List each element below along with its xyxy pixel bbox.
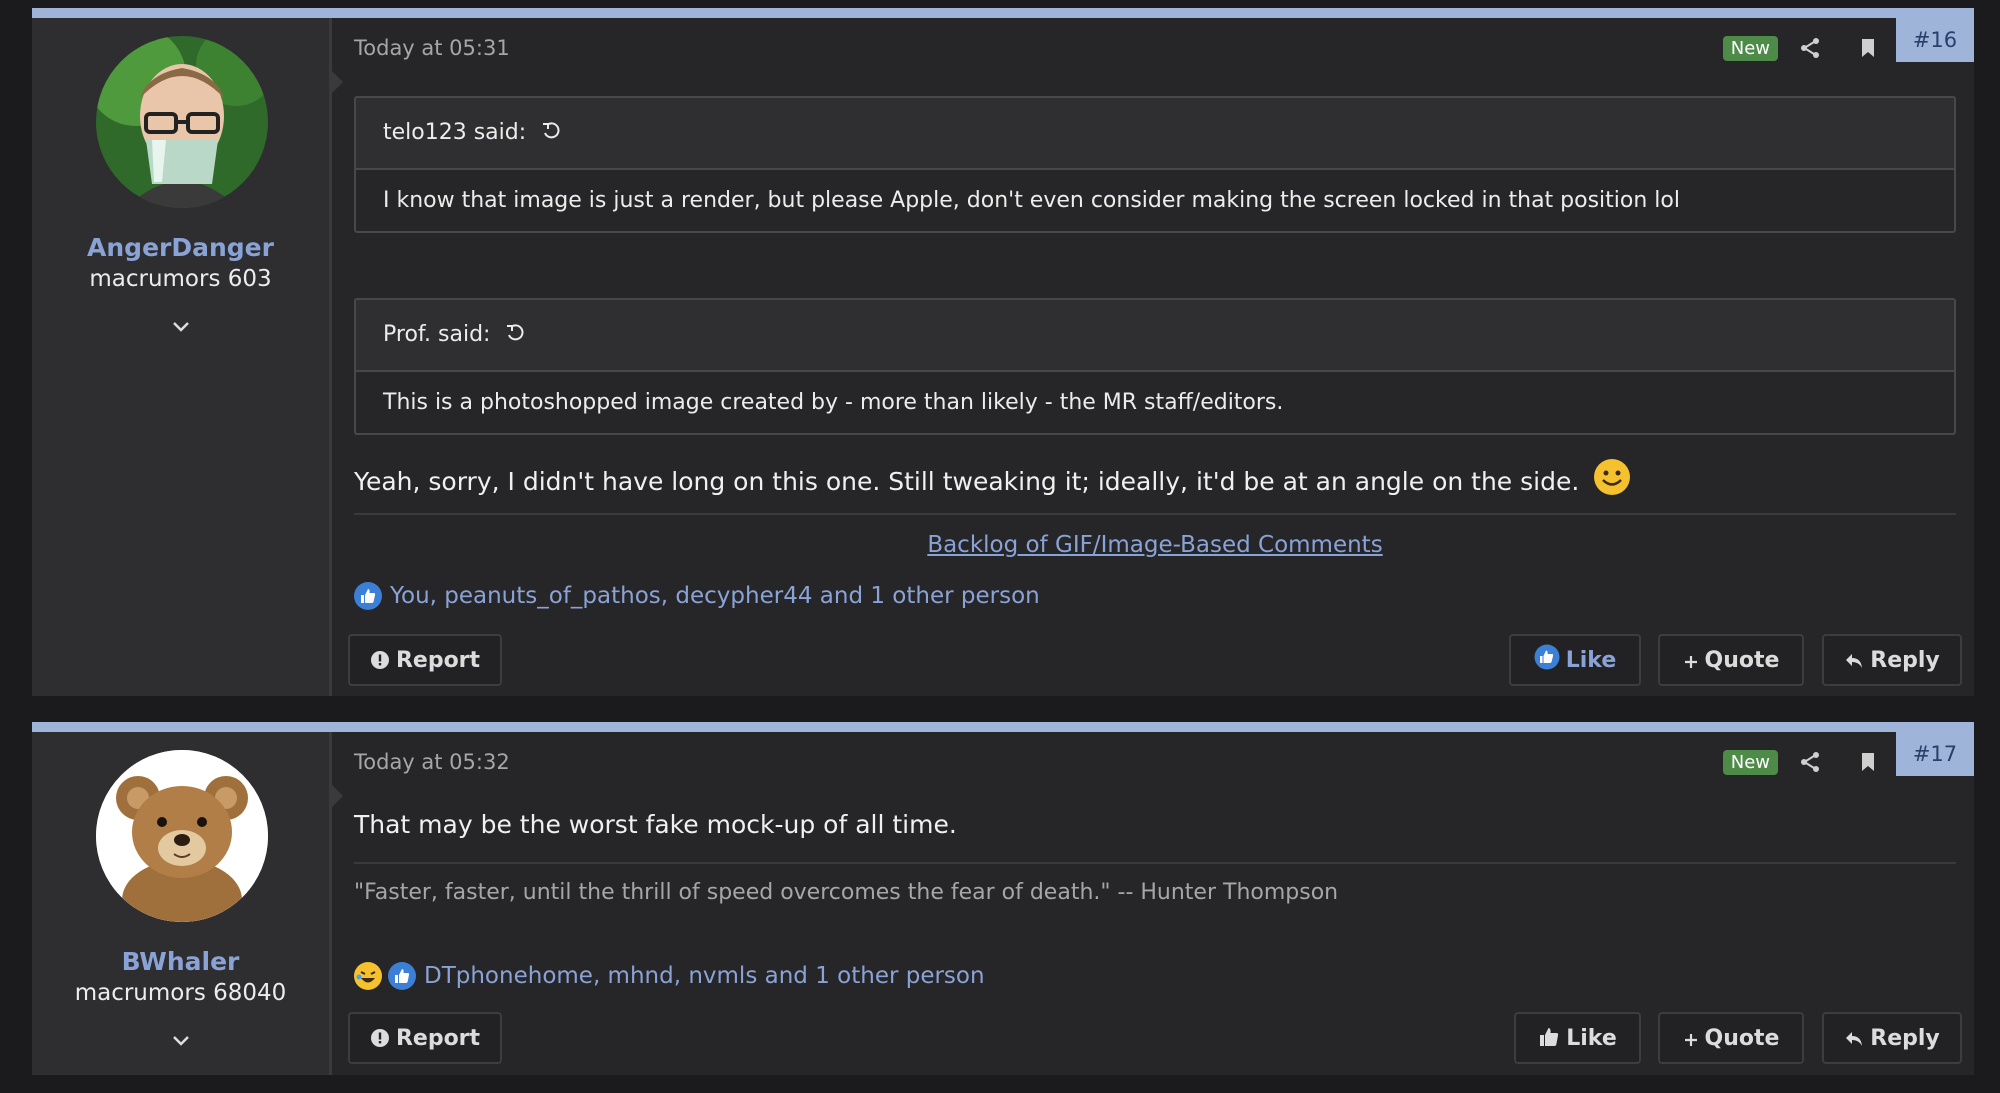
quote-block: Prof. said: This is a photoshopped image…	[354, 298, 1956, 435]
report-label: Report	[395, 648, 481, 673]
report-button[interactable]: Report	[348, 1012, 502, 1064]
new-badge: New	[1722, 36, 1778, 61]
alert-icon	[370, 639, 390, 689]
thumbs-up-icon	[1534, 639, 1560, 689]
post-16: AngerDanger macrumors 603 Today at 05:31…	[32, 8, 1974, 696]
like-label: Like	[1565, 648, 1617, 673]
report-label: Report	[395, 1026, 481, 1051]
bookmark-icon[interactable]	[1856, 750, 1884, 778]
post-content: Today at 05:31 New #16 telo123 said: I k…	[348, 18, 1974, 696]
share-icon[interactable]	[1798, 36, 1826, 64]
chevron-down-icon[interactable]	[32, 314, 329, 339]
signature-link[interactable]: Backlog of GIF/Image-Based Comments	[354, 532, 1956, 558]
like-button[interactable]: Like	[1509, 634, 1641, 686]
reply-button[interactable]: Reply	[1822, 634, 1962, 686]
signature-divider	[354, 862, 1956, 864]
quote-header[interactable]: telo123 said:	[356, 98, 1954, 170]
quote-header[interactable]: Prof. said:	[356, 300, 1954, 372]
post-17: BWhaler macrumors 68040 Today at 05:32 N…	[32, 722, 1974, 1075]
post-date[interactable]: Today at 05:32	[354, 750, 510, 774]
avatar[interactable]	[96, 36, 268, 208]
reply-icon	[1844, 1017, 1864, 1067]
reply-label: Reply	[1870, 648, 1940, 673]
quote-body: I know that image is just a render, but …	[383, 188, 1680, 213]
user-info-panel: AngerDanger macrumors 603	[32, 18, 343, 696]
message-body: Yeah, sorry, I didn't have long on this …	[354, 458, 1631, 502]
go-to-quote-icon[interactable]	[505, 302, 525, 341]
user-info-panel: BWhaler macrumors 68040	[32, 732, 343, 1075]
user-title: macrumors 603	[89, 266, 272, 292]
reactions-text[interactable]: DTphonehome, mhnd, nvmls and 1 other per…	[424, 963, 985, 989]
username[interactable]: BWhaler	[32, 947, 329, 976]
new-badge: New	[1722, 750, 1778, 775]
chevron-down-icon[interactable]	[32, 1028, 329, 1053]
go-to-quote-icon[interactable]	[541, 100, 561, 139]
reactions-bar[interactable]: You, peanuts_of_pathos, decypher44 and 1…	[354, 582, 1040, 610]
quote-label: Quote	[1704, 648, 1780, 673]
avatar[interactable]	[96, 750, 268, 922]
alert-icon	[370, 1017, 390, 1067]
post-content: Today at 05:32 New #17 That may be the w…	[348, 732, 1974, 1075]
user-title: macrumors 68040	[74, 980, 287, 1006]
message-text: That may be the worst fake mock-up of al…	[354, 810, 957, 839]
quote-button[interactable]: Quote	[1658, 1012, 1804, 1064]
message-text: Yeah, sorry, I didn't have long on this …	[354, 467, 1580, 496]
signature-divider	[354, 513, 1956, 515]
reply-label: Reply	[1870, 1026, 1940, 1051]
quote-author[interactable]: Prof. said:	[383, 322, 490, 347]
like-reaction-icon	[388, 962, 416, 990]
laugh-reaction-icon	[354, 962, 382, 990]
quote-author[interactable]: telo123 said:	[383, 120, 526, 145]
like-label: Like	[1566, 1026, 1617, 1051]
share-icon[interactable]	[1798, 750, 1826, 778]
smile-emoji-icon	[1593, 458, 1631, 502]
username[interactable]: AngerDanger	[32, 233, 329, 262]
plus-icon	[1683, 1017, 1699, 1067]
like-reaction-icon	[354, 582, 382, 610]
reply-button[interactable]: Reply	[1822, 1012, 1962, 1064]
reactions-bar[interactable]: DTphonehome, mhnd, nvmls and 1 other per…	[354, 962, 985, 990]
bookmark-icon[interactable]	[1856, 36, 1884, 64]
report-button[interactable]: Report	[348, 634, 502, 686]
quote-body: This is a photoshopped image created by …	[383, 390, 1284, 415]
reactions-text[interactable]: You, peanuts_of_pathos, decypher44 and 1…	[390, 583, 1040, 609]
quote-label: Quote	[1704, 1026, 1780, 1051]
thumbs-up-icon	[1538, 1017, 1560, 1067]
post-number[interactable]: #16	[1896, 18, 1974, 62]
signature-text: "Faster, faster, until the thrill of spe…	[354, 880, 1339, 905]
quote-block: telo123 said: I know that image is just …	[354, 96, 1956, 233]
quote-button[interactable]: Quote	[1658, 634, 1804, 686]
like-button[interactable]: Like	[1514, 1012, 1641, 1064]
post-date[interactable]: Today at 05:31	[354, 36, 510, 60]
post-number[interactable]: #17	[1896, 732, 1974, 776]
reply-icon	[1844, 639, 1864, 689]
plus-icon	[1683, 639, 1699, 689]
